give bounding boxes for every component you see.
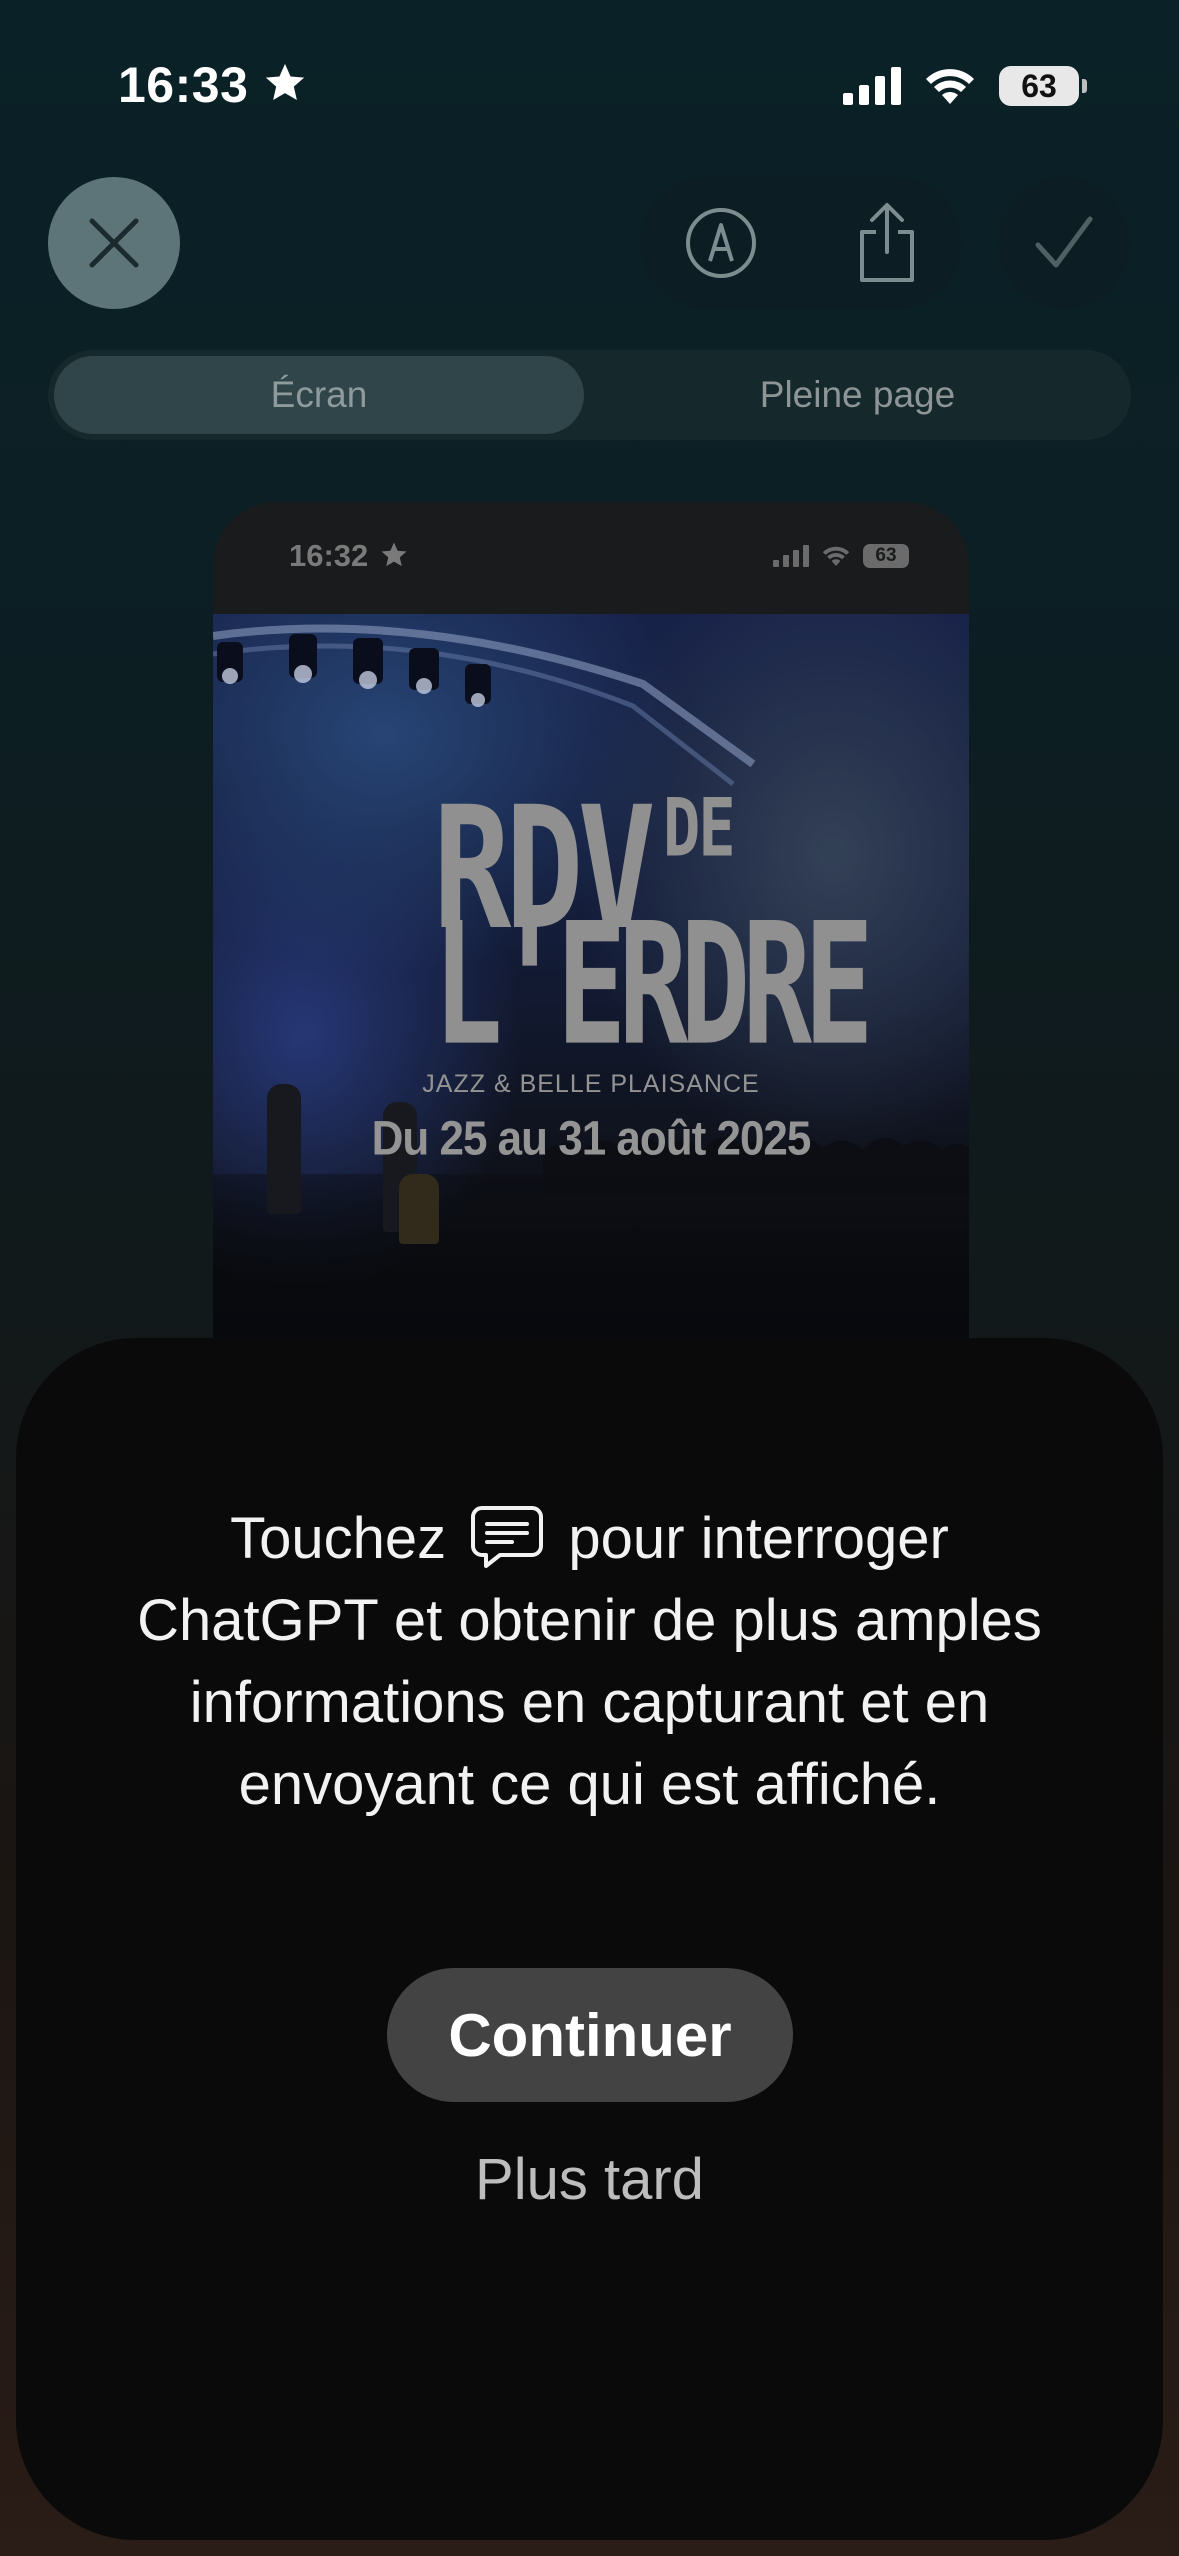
preview-battery: 63	[863, 544, 909, 568]
done-button[interactable]	[998, 177, 1130, 309]
poster-subtitle: JAZZ & BELLE PLAISANCE	[422, 1070, 760, 1098]
status-time: 16:33	[118, 57, 249, 113]
preview-status-time: 16:32	[289, 538, 369, 573]
preview-status-indicators: 63	[773, 544, 909, 568]
later-button[interactable]: Plus tard	[16, 2146, 1163, 2226]
capture-mode-segmented-control: Écran Pleine page	[48, 350, 1131, 440]
preview-star-icon	[381, 542, 407, 567]
share-icon	[860, 203, 914, 282]
status-bar: 16:33 63	[0, 52, 1179, 122]
sheet-message: Touchez pour interroger ChatGPT et obten…	[106, 1498, 1073, 1826]
status-indicators: 63	[843, 66, 1087, 106]
markup-pen-icon	[686, 208, 756, 278]
preview-wifi-icon	[822, 546, 850, 566]
sheet-message-before-icon: Touchez	[230, 1506, 447, 1571]
star-icon	[265, 63, 305, 101]
checkmark-icon	[1035, 216, 1093, 268]
poster-dates: Du 25 au 31 août 2025	[371, 1111, 812, 1166]
close-icon	[89, 218, 139, 268]
musician-silhouette	[399, 1174, 439, 1244]
wifi-icon	[926, 69, 974, 104]
preview-signal-icon	[773, 545, 809, 567]
poster-title-erdre: L'ERDRE	[433, 887, 874, 1084]
preview-status-bar: 16:32 63	[213, 502, 969, 614]
share-button[interactable]	[836, 192, 938, 294]
tab-full-page[interactable]: Pleine page	[590, 356, 1125, 434]
onboarding-sheet: Touchez pour interroger ChatGPT et obten…	[16, 1338, 1163, 2540]
signal-icon	[843, 67, 901, 105]
event-poster-image: RDV DE L'ERDRE JAZZ & BELLE PLAISANCE Du…	[213, 614, 969, 1342]
battery-level: 63	[1021, 68, 1057, 104]
close-button[interactable]	[48, 177, 180, 309]
markup-button[interactable]	[670, 192, 772, 294]
continue-button[interactable]: Continuer	[387, 1968, 793, 2102]
screenshot-preview: 16:32 63 RDV DE L'ERDRE JAZZ & BELLE PLA…	[213, 502, 969, 1342]
poster-title-de: DE	[663, 780, 736, 876]
stage-floor	[213, 1174, 969, 1342]
tab-screen[interactable]: Écran	[54, 356, 584, 434]
chat-bubble-icon	[471, 1506, 544, 1568]
battery-indicator: 63	[999, 66, 1087, 106]
